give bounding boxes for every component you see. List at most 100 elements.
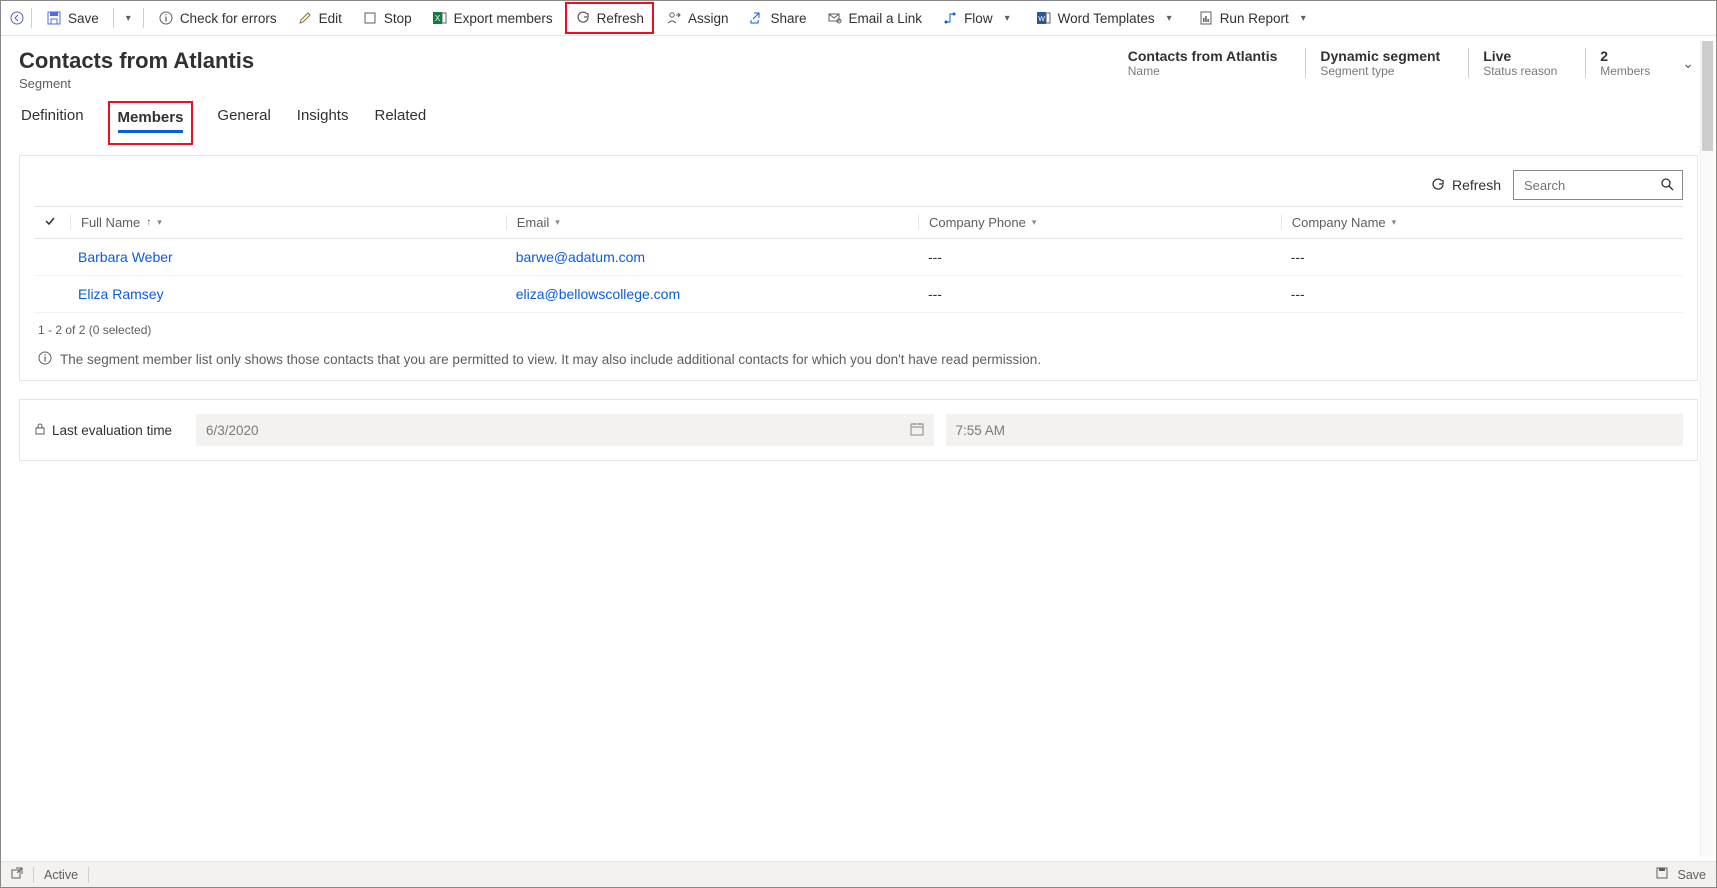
vertical-scrollbar[interactable]	[1700, 41, 1714, 857]
evaluation-panel: Last evaluation time 6/3/2020 7:55 AM	[19, 399, 1698, 461]
checkmark-icon	[44, 215, 64, 230]
save-options-chevron[interactable]: ▾	[120, 13, 137, 24]
share-button[interactable]: Share	[740, 2, 814, 34]
grid-refresh-button[interactable]: Refresh	[1430, 177, 1501, 193]
toolbar-separator	[143, 8, 144, 28]
calendar-icon	[910, 422, 924, 439]
stop-button[interactable]: Stop	[354, 2, 420, 34]
chevron-down-icon: ▾	[1161, 13, 1178, 24]
popout-icon[interactable]	[11, 867, 23, 882]
col-header-company-phone[interactable]: Company Phone ▾	[908, 207, 1271, 239]
tab-members[interactable]: Members	[116, 103, 186, 143]
share-icon	[748, 10, 764, 26]
toolbar-separator	[113, 8, 114, 28]
members-panel: Refresh	[19, 155, 1698, 381]
evaluation-date-field: 6/3/2020	[196, 414, 934, 446]
back-indicator-icon[interactable]	[9, 10, 25, 26]
last-evaluation-label: Last evaluation time	[52, 423, 172, 438]
table-row[interactable]: Barbara Weber barwe@adatum.com --- ---	[34, 239, 1683, 276]
cell-company-phone: ---	[928, 286, 942, 302]
header-expand-chevron[interactable]: ⌄	[1678, 51, 1698, 76]
chevron-down-icon: ▾	[157, 217, 162, 228]
summary-name-value: Contacts from Atlantis	[1128, 48, 1278, 64]
flow-label: Flow	[964, 11, 993, 26]
refresh-icon	[1430, 177, 1446, 193]
grid-footer-count: 1 - 2 of 2 (0 selected)	[34, 313, 1683, 341]
main-content: Refresh	[1, 145, 1716, 861]
email-icon	[827, 10, 843, 26]
tab-insights[interactable]: Insights	[295, 101, 351, 145]
info-text: The segment member list only shows those…	[60, 352, 1041, 367]
chevron-down-icon: ▾	[1032, 217, 1037, 228]
table-row[interactable]: Eliza Ramsey eliza@bellowscollege.com --…	[34, 276, 1683, 313]
evaluation-time-value: 7:55 AM	[956, 423, 1006, 438]
export-members-button[interactable]: X Export members	[424, 2, 561, 34]
scrollbar-thumb[interactable]	[1702, 41, 1713, 151]
email-link[interactable]: barwe@adatum.com	[516, 249, 645, 265]
save-icon	[1656, 867, 1668, 882]
record-header: Contacts from Atlantis Segment Contacts …	[1, 36, 1716, 95]
export-members-label: Export members	[454, 11, 553, 26]
col-header-company-name[interactable]: Company Name ▾	[1271, 207, 1683, 239]
col-header-fullname[interactable]: Full Name ↑ ▾	[34, 207, 496, 239]
cell-company-name: ---	[1291, 286, 1305, 302]
check-errors-label: Check for errors	[180, 11, 277, 26]
tab-related[interactable]: Related	[372, 101, 428, 145]
chevron-down-icon: ▾	[1392, 217, 1397, 228]
save-label: Save	[68, 11, 99, 26]
sort-asc-icon: ↑	[146, 217, 151, 228]
statusbar-separator	[88, 867, 89, 883]
summary-members-value: 2	[1600, 48, 1650, 64]
edit-label: Edit	[319, 11, 342, 26]
tab-general[interactable]: General	[215, 101, 272, 145]
summary-members-label: Members	[1600, 64, 1650, 78]
assign-label: Assign	[688, 11, 729, 26]
info-message: The segment member list only shows those…	[34, 341, 1683, 370]
col-header-email[interactable]: Email ▾	[496, 207, 908, 239]
chevron-down-icon: ▾	[999, 13, 1016, 24]
svg-text:W: W	[1038, 16, 1045, 23]
word-templates-button[interactable]: W Word Templates ▾	[1028, 2, 1186, 34]
email-link-label: Email a Link	[849, 11, 923, 26]
save-button[interactable]: Save	[38, 2, 107, 34]
evaluation-time-field: 7:55 AM	[946, 414, 1684, 446]
word-icon: W	[1036, 10, 1052, 26]
assign-button[interactable]: Assign	[658, 2, 737, 34]
status-bar: Active Save	[1, 861, 1716, 887]
summary-status-label: Status reason	[1483, 64, 1557, 78]
evaluation-date-value: 6/3/2020	[206, 423, 259, 438]
check-errors-button[interactable]: Check for errors	[150, 2, 285, 34]
grid-refresh-label: Refresh	[1452, 177, 1501, 193]
chevron-down-icon: ▾	[1295, 13, 1312, 24]
tab-definition[interactable]: Definition	[19, 101, 86, 145]
summary-type-label: Segment type	[1320, 64, 1440, 78]
run-report-button[interactable]: Run Report ▾	[1190, 2, 1320, 34]
entity-type-label: Segment	[19, 76, 254, 91]
email-link-button[interactable]: Email a Link	[819, 2, 931, 34]
search-input[interactable]	[1522, 177, 1642, 194]
page-title: Contacts from Atlantis	[19, 48, 254, 74]
refresh-button[interactable]: Refresh	[565, 2, 654, 34]
info-icon	[38, 351, 52, 368]
search-icon[interactable]	[1660, 177, 1674, 194]
search-input-wrapper[interactable]	[1513, 170, 1683, 200]
assign-icon	[666, 10, 682, 26]
contact-link[interactable]: Barbara Weber	[78, 249, 173, 265]
share-label: Share	[770, 11, 806, 26]
contact-link[interactable]: Eliza Ramsey	[78, 286, 164, 302]
statusbar-separator	[33, 867, 34, 883]
run-report-label: Run Report	[1220, 11, 1289, 26]
command-bar: Save ▾ Check for errors Edit Stop X	[1, 1, 1716, 36]
edit-button[interactable]: Edit	[289, 2, 350, 34]
email-link[interactable]: eliza@bellowscollege.com	[516, 286, 680, 302]
stop-icon	[362, 10, 378, 26]
record-state: Active	[44, 868, 78, 882]
refresh-icon	[575, 10, 591, 26]
cell-company-name: ---	[1291, 249, 1305, 265]
stop-label: Stop	[384, 11, 412, 26]
statusbar-save-button[interactable]: Save	[1678, 868, 1707, 882]
refresh-label: Refresh	[597, 11, 644, 26]
flow-button[interactable]: Flow ▾	[934, 2, 1024, 34]
flow-icon	[942, 10, 958, 26]
word-templates-label: Word Templates	[1058, 11, 1155, 26]
